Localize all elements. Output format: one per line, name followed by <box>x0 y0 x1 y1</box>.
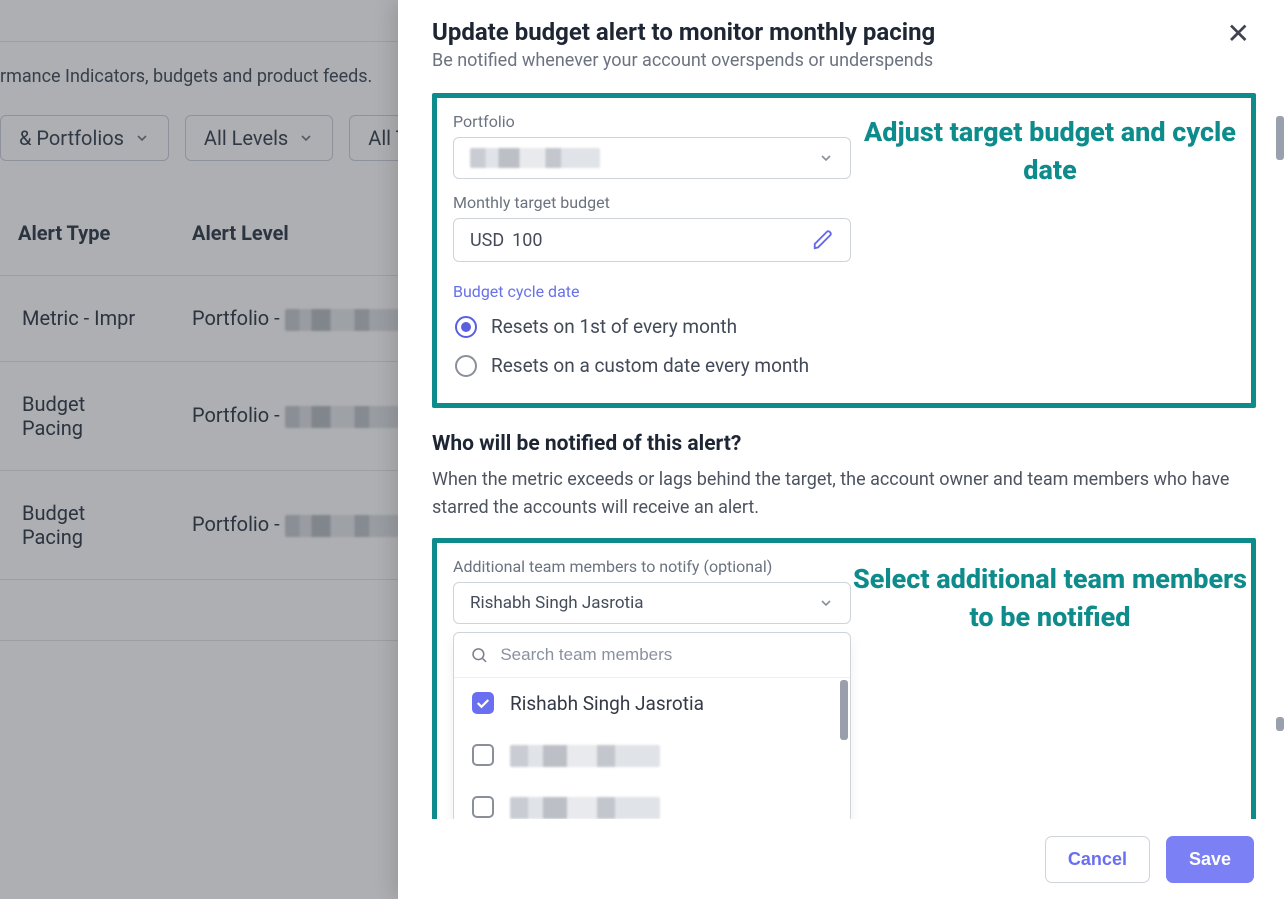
budget-settings-callout: Adjust target budget and cycle date Port… <box>432 93 1256 408</box>
team-option[interactable] <box>454 781 850 819</box>
team-search-row <box>454 633 850 678</box>
drawer-scrollbar[interactable] <box>1276 116 1284 160</box>
portfolio-value-redacted <box>470 148 600 168</box>
checkbox-icon <box>472 796 494 818</box>
budget-input[interactable]: USD 100 <box>453 218 851 262</box>
team-label: Additional team members to notify (optio… <box>453 557 851 576</box>
scrollbar-thumb[interactable] <box>840 680 848 740</box>
close-icon[interactable]: ✕ <box>1221 18 1256 50</box>
team-option[interactable] <box>454 729 850 781</box>
team-option-label <box>510 795 660 819</box>
pencil-icon[interactable] <box>812 229 834 251</box>
cycle-option-custom[interactable]: Resets on a custom date every month <box>453 346 1235 385</box>
team-option-label <box>510 743 660 767</box>
team-select[interactable]: Rishabh Singh Jasrotia <box>453 582 851 624</box>
portfolio-select[interactable] <box>453 137 851 179</box>
cycle-label: Budget cycle date <box>453 282 1235 301</box>
checkbox-icon <box>472 744 494 766</box>
team-selected-value: Rishabh Singh Jasrotia <box>470 593 644 613</box>
cancel-button[interactable]: Cancel <box>1045 836 1150 883</box>
team-option[interactable]: Rishabh Singh Jasrotia <box>454 678 850 729</box>
budget-alert-drawer: Update budget alert to monitor monthly p… <box>398 0 1284 899</box>
save-button[interactable]: Save <box>1166 836 1254 883</box>
team-option-label: Rishabh Singh Jasrotia <box>510 692 704 715</box>
team-options-list: Rishabh Singh Jasrotia <box>454 678 850 819</box>
callout-text-team: Select additional team members to be not… <box>847 561 1253 637</box>
notify-description: When the metric exceeds or lags behind t… <box>432 466 1256 522</box>
drawer-subtitle: Be notified whenever your account oversp… <box>432 50 935 71</box>
chevron-down-icon <box>818 595 834 611</box>
notify-heading: Who will be notified of this alert? <box>432 432 1256 456</box>
budget-label: Monthly target budget <box>453 193 1235 212</box>
drawer-title: Update budget alert to monitor monthly p… <box>432 18 935 46</box>
callout-text-budget: Adjust target budget and cycle date <box>847 114 1253 190</box>
drawer-footer: Cancel Save <box>398 819 1284 899</box>
chevron-down-icon <box>818 150 834 166</box>
team-members-callout: Select additional team members to be not… <box>432 538 1256 819</box>
radio-icon <box>455 355 477 377</box>
radio-icon <box>455 316 477 338</box>
drawer-scrollbar[interactable] <box>1276 717 1284 731</box>
team-dropdown-panel: Rishabh Singh Jasrotia <box>453 632 851 819</box>
budget-value: 100 <box>512 230 542 251</box>
cycle-option-custom-label: Resets on a custom date every month <box>491 354 809 377</box>
search-icon <box>470 645 488 665</box>
budget-currency: USD <box>470 230 504 251</box>
checkbox-icon <box>472 692 494 714</box>
team-search-input[interactable] <box>500 645 834 665</box>
cycle-option-first-label: Resets on 1st of every month <box>491 315 737 338</box>
cycle-option-first[interactable]: Resets on 1st of every month <box>453 307 1235 346</box>
